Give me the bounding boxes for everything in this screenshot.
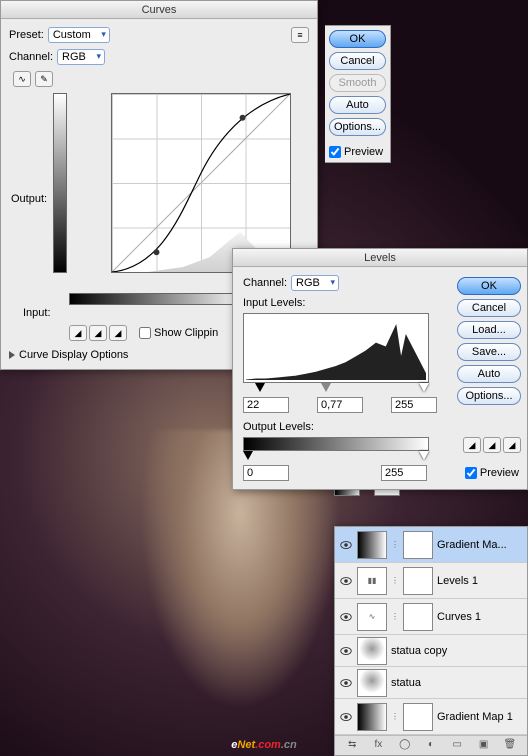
link-icon[interactable]: ⋮	[391, 540, 399, 549]
channel-label: Channel:	[9, 51, 53, 63]
visibility-icon[interactable]	[339, 644, 353, 658]
ok-button-levels[interactable]: OK	[457, 277, 521, 295]
curve-svg	[112, 94, 290, 272]
cancel-button-levels[interactable]: Cancel	[457, 299, 521, 317]
link-icon[interactable]: ⋮	[391, 712, 399, 721]
options-button[interactable]: Options...	[329, 118, 386, 136]
smooth-button: Smooth	[329, 74, 386, 92]
layers-footer: ⇆ fx ◯ ◐ ▭ ▣ 🗑	[335, 735, 527, 755]
levels-title: Levels	[233, 249, 527, 267]
output-white-handle[interactable]	[419, 451, 429, 460]
output-slider[interactable]	[243, 451, 429, 461]
white-eyedropper-icon[interactable]: ◢	[109, 325, 127, 341]
preset-menu-button[interactable]: ≡	[291, 27, 309, 43]
white-point-handle[interactable]	[419, 383, 429, 392]
channel-select-levels[interactable]: RGB	[291, 275, 339, 291]
pencil-tool-icon[interactable]: ✎	[35, 71, 53, 87]
layer-row[interactable]: ⋮ Gradient Ma...	[335, 527, 527, 563]
curve-tool-icon[interactable]: ∿	[13, 71, 31, 87]
input-levels-label: Input Levels:	[243, 297, 451, 309]
output-label: Output:	[11, 193, 47, 205]
watermark: eNet.com.cn	[231, 728, 296, 754]
preset-select[interactable]: Custom	[48, 27, 110, 43]
output-black-field[interactable]	[243, 465, 289, 481]
ok-button[interactable]: OK	[329, 30, 386, 48]
layer-thumb[interactable]	[357, 669, 387, 697]
show-clipping-checkbox[interactable]: Show Clippin	[139, 327, 218, 339]
fx-icon[interactable]: fx	[371, 739, 385, 753]
preview-checkbox[interactable]: Preview	[329, 146, 386, 158]
input-slider[interactable]	[243, 383, 429, 393]
output-levels-label: Output Levels:	[243, 421, 451, 433]
layer-row[interactable]: statua	[335, 667, 527, 699]
layer-name[interactable]: Gradient Map 1	[437, 711, 523, 723]
preview-checkbox-levels[interactable]: Preview	[465, 467, 519, 479]
input-label: Input:	[23, 307, 51, 319]
layers-panel: ⋮ Gradient Ma... ▮▮ ⋮ Levels 1 ∿ ⋮ Curve…	[334, 526, 528, 756]
layer-row[interactable]: ∿ ⋮ Curves 1	[335, 599, 527, 635]
trash-icon[interactable]: 🗑	[503, 739, 517, 753]
layer-name[interactable]: statua	[391, 677, 523, 689]
new-layer-icon[interactable]: ▣	[477, 739, 491, 753]
layer-name[interactable]: Gradient Ma...	[437, 539, 523, 551]
layer-mask-thumb[interactable]	[403, 603, 433, 631]
visibility-icon[interactable]	[339, 574, 353, 588]
input-mid-field[interactable]	[317, 397, 363, 413]
output-gradient-levels[interactable]	[243, 437, 429, 451]
layer-mask-thumb[interactable]	[403, 531, 433, 559]
input-white-field[interactable]	[391, 397, 437, 413]
layer-mask-thumb[interactable]	[403, 567, 433, 595]
link-icon[interactable]: ⋮	[391, 576, 399, 585]
auto-button[interactable]: Auto	[329, 96, 386, 114]
link-layers-icon[interactable]: ⇆	[345, 739, 359, 753]
auto-button-levels[interactable]: Auto	[457, 365, 521, 383]
white-eyedropper-levels-icon[interactable]: ◢	[503, 437, 521, 453]
cancel-button[interactable]: Cancel	[329, 52, 386, 70]
preset-label: Preset:	[9, 29, 44, 41]
layer-name[interactable]: Levels 1	[437, 575, 523, 587]
visibility-icon[interactable]	[339, 610, 353, 624]
options-button-levels[interactable]: Options...	[457, 387, 521, 405]
save-button[interactable]: Save...	[457, 343, 521, 361]
input-gradient	[69, 293, 249, 305]
input-black-field[interactable]	[243, 397, 289, 413]
channel-label-levels: Channel:	[243, 277, 287, 289]
black-point-handle[interactable]	[255, 383, 265, 392]
layer-row[interactable]: ⋮ Gradient Map 1	[335, 699, 527, 735]
output-gradient	[53, 93, 67, 273]
levels-dialog: Levels Channel: RGB Input Levels: Output…	[232, 248, 528, 490]
visibility-icon[interactable]	[339, 710, 353, 724]
adjustment-icon[interactable]: ◐	[424, 739, 438, 753]
mask-icon[interactable]: ◯	[398, 739, 412, 753]
layer-name[interactable]: statua copy	[391, 645, 523, 657]
channel-select-curves[interactable]: RGB	[57, 49, 105, 65]
curves-title: Curves	[1, 1, 317, 19]
layer-thumb[interactable]	[357, 703, 387, 731]
load-button[interactable]: Load...	[457, 321, 521, 339]
link-icon[interactable]: ⋮	[391, 612, 399, 621]
layer-thumb[interactable]: ∿	[357, 603, 387, 631]
midtone-handle[interactable]	[321, 383, 331, 392]
output-white-field[interactable]	[381, 465, 427, 481]
folder-icon[interactable]: ▭	[450, 739, 464, 753]
visibility-icon[interactable]	[339, 538, 353, 552]
output-black-handle[interactable]	[243, 451, 253, 460]
gray-eyedropper-levels-icon[interactable]: ◢	[483, 437, 501, 453]
gray-eyedropper-icon[interactable]: ◢	[89, 325, 107, 341]
layer-thumb[interactable]	[357, 637, 387, 665]
layer-row[interactable]: ▮▮ ⋮ Levels 1	[335, 563, 527, 599]
curve-grid[interactable]	[111, 93, 291, 273]
disclosure-triangle-icon	[9, 351, 15, 359]
visibility-icon[interactable]	[339, 676, 353, 690]
layer-row[interactable]: statua copy	[335, 635, 527, 667]
layer-mask-thumb[interactable]	[403, 703, 433, 731]
levels-histogram[interactable]	[243, 313, 429, 383]
layer-thumb[interactable]: ▮▮	[357, 567, 387, 595]
black-eyedropper-levels-icon[interactable]: ◢	[463, 437, 481, 453]
layer-thumb[interactable]	[357, 531, 387, 559]
layer-name[interactable]: Curves 1	[437, 611, 523, 623]
black-eyedropper-icon[interactable]: ◢	[69, 325, 87, 341]
